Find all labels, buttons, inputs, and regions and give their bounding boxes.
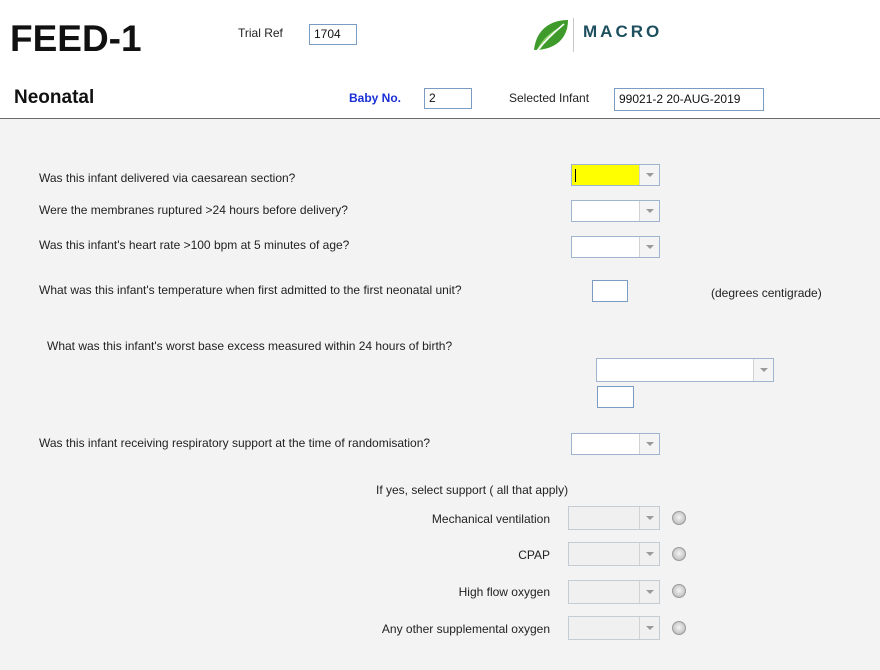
caesarean-select[interactable] [571, 164, 660, 186]
support-other-oxygen-label: Any other supplemental oxygen [381, 622, 550, 636]
base-excess-select-value [597, 359, 753, 381]
radio-button-icon[interactable] [672, 621, 686, 635]
section-title: Neonatal [14, 87, 95, 108]
chevron-down-icon [760, 368, 768, 372]
membranes-select-value [572, 201, 639, 221]
radio-button-icon[interactable] [672, 511, 686, 525]
question-resp-support-label: Was this infant receiving respiratory su… [39, 436, 431, 450]
trial-ref-label: Trial Ref [238, 26, 283, 40]
support-cpap-value [569, 543, 639, 565]
support-other-oxygen-select[interactable] [568, 616, 660, 640]
resp-support-select-value [572, 434, 639, 454]
logo-divider [573, 18, 574, 52]
heart-rate-select-value [572, 237, 639, 257]
baby-no-field: 2 [424, 88, 472, 109]
chevron-down-icon [646, 245, 654, 249]
text-caret [575, 169, 576, 182]
chevron-down-icon [646, 626, 654, 630]
caesarean-select-value [572, 165, 639, 185]
support-mechanical-ventilation-select[interactable] [568, 506, 660, 530]
chevron-down-icon [646, 590, 654, 594]
heart-rate-dropdown-button[interactable] [639, 237, 659, 257]
support-mechanical-ventilation-label: Mechanical ventilation [431, 512, 550, 526]
base-excess-input[interactable] [597, 386, 634, 408]
heart-rate-select[interactable] [571, 236, 660, 258]
question-heart-rate-label: Was this infant's heart rate >100 bpm at… [39, 238, 350, 252]
support-mechanical-ventilation-value [569, 507, 639, 529]
radio-button-icon[interactable] [672, 584, 686, 598]
membranes-select[interactable] [571, 200, 660, 222]
logo-text: MACRO [583, 22, 663, 41]
selected-infant-field: 99021-2 20-AUG-2019 [614, 88, 764, 111]
app-title: FEED-1 [10, 18, 142, 59]
chevron-down-icon [646, 173, 654, 177]
caesarean-dropdown-button[interactable] [639, 165, 659, 185]
chevron-down-icon [646, 209, 654, 213]
question-caesarean-label: Was this infant delivered via caesarean … [39, 171, 296, 185]
radio-button-icon[interactable] [672, 547, 686, 561]
form-area: Was this infant delivered via caesarean … [0, 119, 880, 670]
baby-no-label: Baby No. [349, 91, 402, 105]
base-excess-select[interactable] [596, 358, 774, 382]
header: FEED-1 Trial Ref 1704 MACRO Neonatal Bab… [0, 0, 880, 118]
question-membranes-label: Were the membranes ruptured >24 hours be… [39, 203, 348, 217]
support-cpap-dropdown-button[interactable] [639, 543, 659, 565]
support-high-flow-oxygen-select[interactable] [568, 580, 660, 604]
support-high-flow-oxygen-dropdown-button[interactable] [639, 581, 659, 603]
question-temperature-label: What was this infant's temperature when … [39, 283, 462, 297]
temperature-input[interactable] [592, 280, 628, 302]
question-base-excess-label: What was this infant's worst base excess… [47, 339, 453, 353]
temperature-unit-label: (degrees centigrade) [711, 286, 822, 300]
support-header-label: If yes, select support ( all that apply) [376, 483, 569, 497]
support-other-oxygen-dropdown-button[interactable] [639, 617, 659, 639]
support-cpap-select[interactable] [568, 542, 660, 566]
chevron-down-icon [646, 552, 654, 556]
support-cpap-label: CPAP [518, 548, 550, 562]
base-excess-dropdown-button[interactable] [753, 359, 773, 381]
trial-ref-field: 1704 [309, 24, 357, 45]
support-high-flow-oxygen-value [569, 581, 639, 603]
resp-support-dropdown-button[interactable] [639, 434, 659, 454]
resp-support-select[interactable] [571, 433, 660, 455]
chevron-down-icon [646, 442, 654, 446]
selected-infant-label: Selected Infant [509, 91, 590, 105]
chevron-down-icon [646, 516, 654, 520]
support-mechanical-ventilation-dropdown-button[interactable] [639, 507, 659, 529]
support-other-oxygen-value [569, 617, 639, 639]
membranes-dropdown-button[interactable] [639, 201, 659, 221]
support-high-flow-oxygen-label: High flow oxygen [458, 585, 550, 599]
